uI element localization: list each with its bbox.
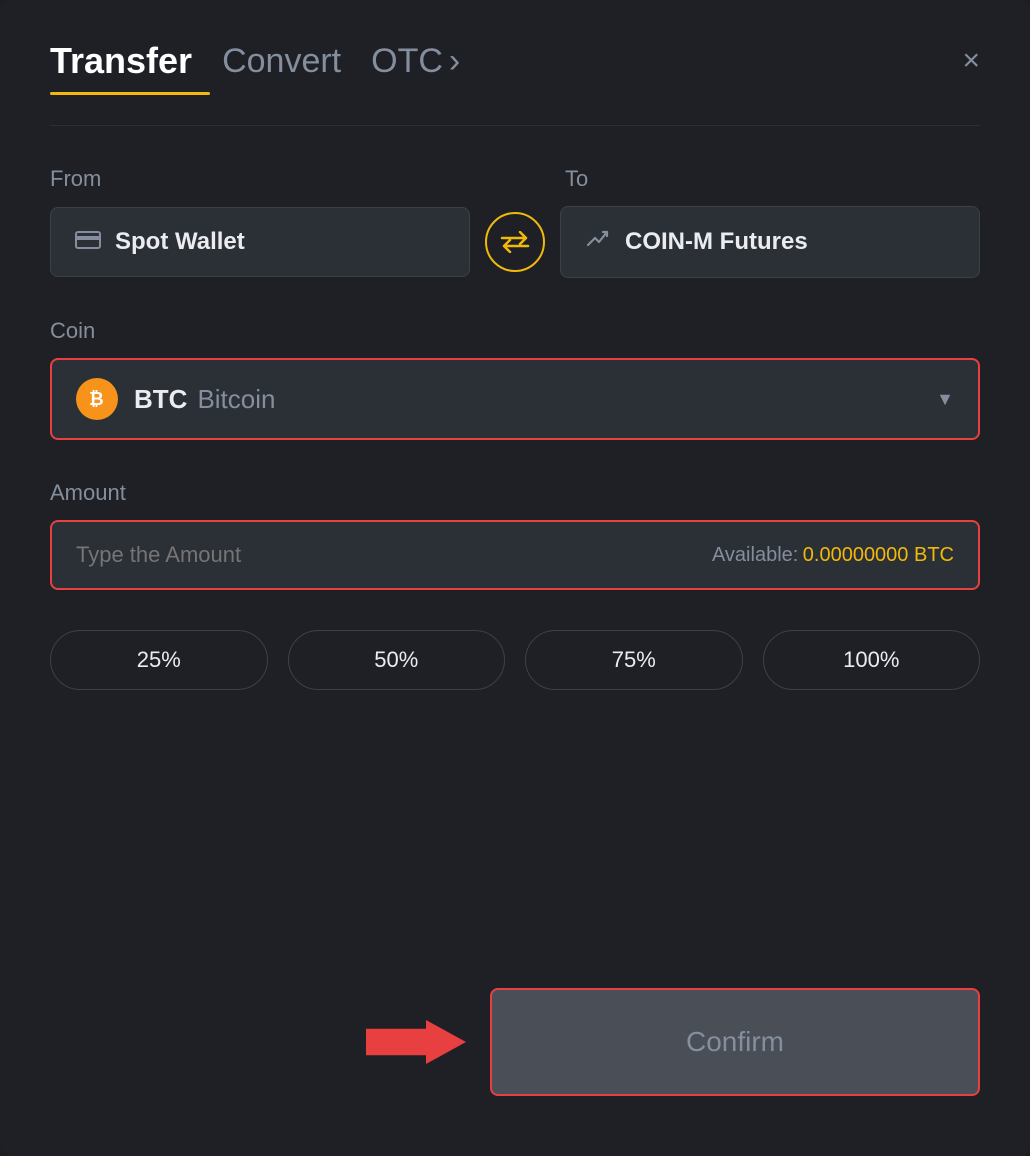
tab-active-indicator (50, 92, 210, 95)
header-divider (50, 125, 980, 126)
coin-section: Coin ₿ BTC Bitcoin ▼ (50, 318, 980, 440)
coin-symbol: BTC (134, 384, 187, 415)
coin-selector[interactable]: ₿ BTC Bitcoin ▼ (50, 358, 980, 440)
to-label: To (555, 166, 980, 192)
arrow-wrapper (366, 1020, 466, 1064)
available-label: Available: (712, 544, 798, 566)
wallet-icon (75, 229, 101, 255)
percent-75-button[interactable]: 75% (525, 630, 743, 690)
amount-section: Amount Available: 0.00000000 BTC (50, 480, 980, 590)
percentage-buttons: 25% 50% 75% 100% (50, 630, 980, 690)
from-to-row: Spot Wallet COIN-M Futures (50, 206, 980, 278)
arrow-right-icon (366, 1020, 466, 1064)
amount-input[interactable] (76, 542, 515, 568)
bottom-area: Confirm (50, 988, 980, 1096)
tab-transfer[interactable]: Transfer (50, 40, 192, 82)
btc-icon: ₿ (76, 378, 118, 420)
percent-100-button[interactable]: 100% (763, 630, 981, 690)
confirm-button[interactable]: Confirm (490, 988, 980, 1096)
chevron-down-icon: ▼ (936, 389, 954, 410)
tab-otc[interactable]: OTC › (371, 42, 460, 81)
swap-button[interactable] (485, 212, 545, 272)
swap-button-container (470, 212, 560, 272)
svg-text:₿: ₿ (89, 389, 104, 409)
from-wallet-selector[interactable]: Spot Wallet (50, 207, 470, 277)
from-to-labels: From To (50, 166, 980, 192)
percent-25-button[interactable]: 25% (50, 630, 268, 690)
from-label: From (50, 166, 465, 192)
futures-icon (585, 227, 611, 257)
from-wallet-text: Spot Wallet (115, 228, 245, 256)
amount-input-box: Available: 0.00000000 BTC (50, 520, 980, 590)
spacer (50, 750, 980, 988)
header-tabs: Transfer Convert OTC › × (50, 40, 980, 82)
coin-label: Coin (50, 318, 980, 344)
to-wallet-selector[interactable]: COIN-M Futures (560, 206, 980, 278)
available-value: 0.00000000 BTC (803, 544, 954, 566)
available-balance: Available: 0.00000000 BTC (712, 544, 954, 567)
otc-chevron-icon: › (449, 42, 460, 81)
amount-label: Amount (50, 480, 980, 506)
close-button[interactable]: × (962, 46, 980, 76)
tab-convert[interactable]: Convert (222, 42, 341, 81)
to-wallet-text: COIN-M Futures (625, 228, 808, 256)
coin-name: Bitcoin (197, 384, 275, 415)
transfer-modal: Transfer Convert OTC › × From To (0, 0, 1030, 1156)
percent-50-button[interactable]: 50% (288, 630, 506, 690)
from-to-section: From To Spot Wallet (50, 166, 980, 278)
